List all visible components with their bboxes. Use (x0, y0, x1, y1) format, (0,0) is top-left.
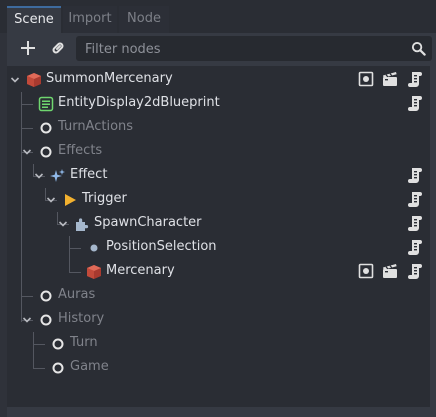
tree-node-label: TurnActions (58, 119, 134, 134)
tab-scene[interactable]: Scene (7, 6, 61, 33)
dot-icon (86, 240, 102, 260)
text-list-icon (38, 96, 54, 116)
expand-arrow-icon[interactable] (9, 74, 21, 86)
tree-node-effect[interactable]: Effect (7, 164, 430, 188)
script-icon[interactable] (407, 263, 423, 284)
tree-node-game[interactable]: Game (7, 356, 430, 380)
filter-nodes-input[interactable] (83, 36, 407, 63)
tab-import[interactable]: Import (63, 6, 117, 33)
clapper-icon[interactable] (382, 71, 399, 91)
clapper-icon[interactable] (382, 263, 399, 283)
tree-node-label: PositionSelection (106, 239, 217, 254)
tree-node-auras[interactable]: Auras (7, 284, 430, 308)
script-icon[interactable] (407, 95, 423, 116)
tree-node-label: Game (70, 359, 109, 374)
tree-node-label: Auras (58, 287, 96, 302)
tree-node-effects[interactable]: Effects (7, 140, 430, 164)
tree-node-positionselection[interactable]: PositionSelection (7, 236, 430, 260)
circle-icon (38, 312, 54, 332)
tree-node-mercenary[interactable]: Mercenary (7, 260, 430, 284)
tree-node-label: Trigger (82, 191, 127, 206)
plus-icon (21, 41, 35, 55)
tab-node[interactable]: Node (119, 6, 169, 33)
tree-node-label: SummonMercenary (46, 71, 173, 86)
circle-icon (38, 144, 54, 164)
tree-node-entitydisplay2dblueprint[interactable]: EntityDisplay2dBlueprint (7, 92, 430, 116)
expand-arrow-icon[interactable] (45, 194, 57, 206)
circle-icon (50, 360, 66, 380)
script-icon[interactable] (407, 71, 423, 92)
cube-icon (26, 72, 42, 92)
search-icon[interactable] (411, 41, 426, 56)
circle-icon (50, 336, 66, 356)
dock-tab-bar: Scene Import Node (0, 0, 436, 33)
expand-arrow-icon[interactable] (21, 146, 33, 158)
tree-node-label: EntityDisplay2dBlueprint (58, 95, 220, 110)
expand-arrow-icon[interactable] (21, 314, 33, 326)
tree-node-label: History (58, 311, 105, 326)
scene-tree: SummonMercenary EntityDisplay2dBlueprint T… (7, 66, 430, 407)
tree-node-label: Mercenary (106, 263, 175, 278)
circle-icon (38, 288, 54, 308)
sparkle-icon (50, 168, 66, 188)
tree-node-turn[interactable]: Turn (7, 332, 430, 356)
script-icon[interactable] (407, 167, 423, 188)
tree-node-history[interactable]: History (7, 308, 430, 332)
tree-node-label: Effects (58, 143, 103, 158)
tree-node-label: Turn (70, 335, 98, 350)
tree-node-label: SpawnCharacter (94, 215, 202, 230)
circle-icon (38, 120, 54, 140)
script-icon[interactable] (407, 239, 423, 260)
tree-node-trigger[interactable]: Trigger (7, 188, 430, 212)
tree-node-summonmercenary[interactable]: SummonMercenary (7, 68, 430, 92)
tree-node-label: Effect (70, 167, 108, 182)
tree-node-spawncharacter[interactable]: SpawnCharacter (7, 212, 430, 236)
filter-nodes-field[interactable] (76, 36, 432, 63)
tree-node-turnactions[interactable]: TurnActions (7, 116, 430, 140)
instance-scene-button[interactable] (46, 36, 70, 60)
link-icon (52, 42, 64, 54)
visibility-icon[interactable] (358, 263, 374, 283)
script-icon[interactable] (407, 191, 423, 212)
expand-arrow-icon[interactable] (57, 218, 69, 230)
puzzle-icon (74, 216, 90, 236)
visibility-icon[interactable] (358, 71, 374, 91)
expand-arrow-icon[interactable] (33, 170, 45, 182)
script-icon[interactable] (407, 215, 423, 236)
play-triangle-icon (62, 192, 78, 212)
add-node-button[interactable] (16, 36, 40, 60)
cube-icon (86, 264, 102, 284)
